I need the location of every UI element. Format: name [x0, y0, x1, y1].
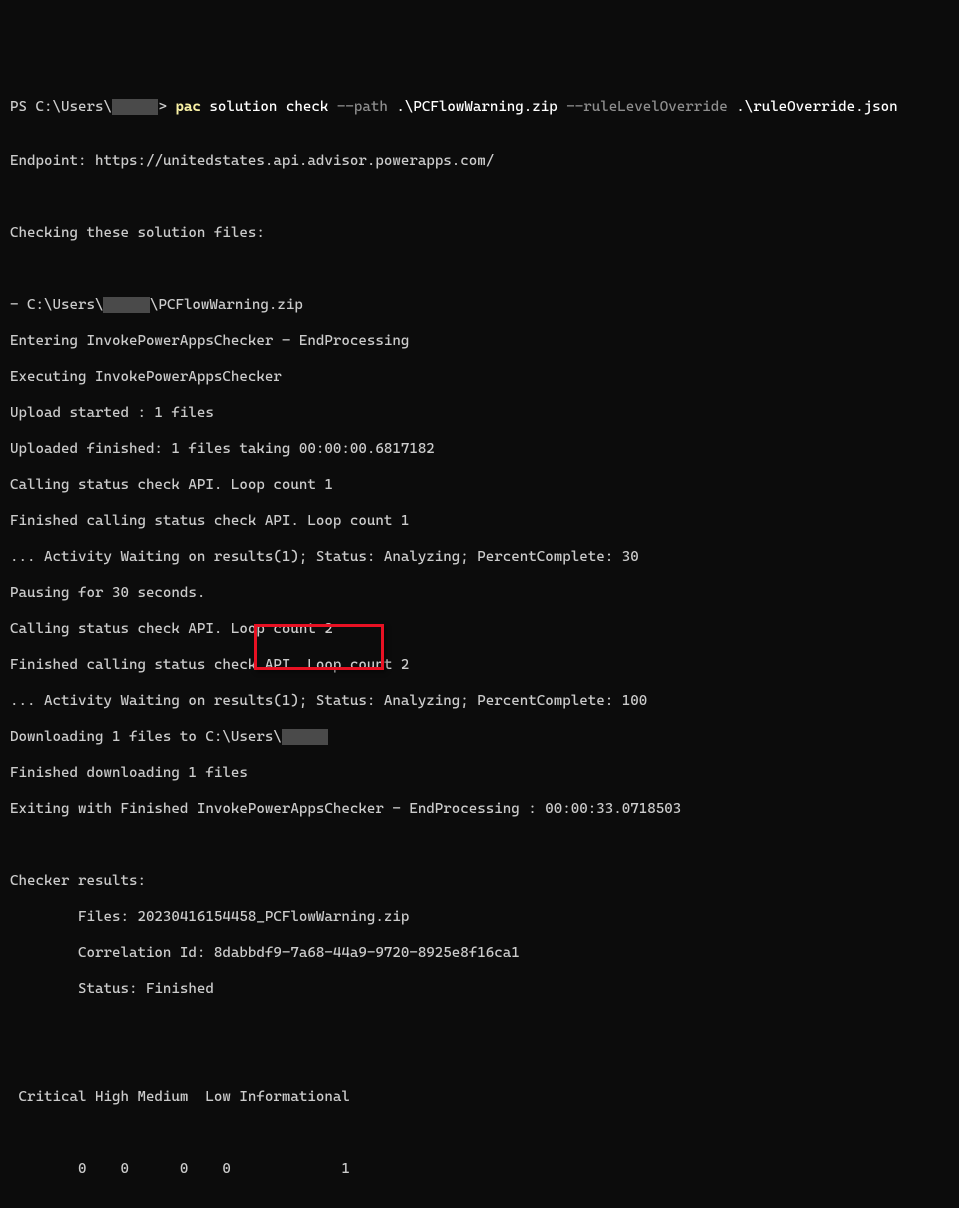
output-log-line: Finished calling status check API. Loop … [10, 656, 949, 674]
output-log-line: Calling status check API. Loop count 1 [10, 476, 949, 494]
output-results-files: Files: 20230416154458_PCFlowWarning.zip [10, 908, 949, 926]
output-log-line: Finished calling status check API. Loop … [10, 512, 949, 530]
output-log-line: ... Activity Waiting on results(1); Stat… [10, 548, 949, 566]
output-log-line: Upload started : 1 files [10, 404, 949, 422]
output-log-line: ... Activity Waiting on results(1); Stat… [10, 692, 949, 710]
output-endpoint: Endpoint: https://unitedstates.api.advis… [10, 152, 949, 170]
prompt-separator: > [158, 99, 175, 115]
output-log-line: Uploaded finished: 1 files taking 00:00:… [10, 440, 949, 458]
output-log-line: Executing InvokePowerAppsChecker [10, 368, 949, 386]
redacted-username [103, 297, 149, 313]
blank-line [10, 188, 949, 206]
results-table-values: 0 0 0 0 1 [10, 1160, 949, 1178]
output-results-header: Checker results: [10, 872, 949, 890]
output-log-line: Finished downloading 1 files [10, 764, 949, 782]
output-results-correlation: Correlation Id: 8dabbdf9-7a68-44a9-9720-… [10, 944, 949, 962]
command-executable: pac [175, 99, 201, 115]
command-subcommand: solution check [201, 99, 337, 115]
prompt-path-prefix: PS C:\Users\ [10, 99, 112, 115]
output-log-line: Pausing for 30 seconds. [10, 584, 949, 602]
terminal-output[interactable]: PS C:\Users\ > pac solution check --path… [10, 80, 949, 1208]
blank-line [10, 1016, 949, 1034]
command-arg-rule: .\ruleOverride.json [736, 99, 897, 115]
command-arg-path: .\PCFlowWarning.zip [396, 99, 566, 115]
output-results-status: Status: Finished [10, 980, 949, 998]
output-checking-header: Checking these solution files: [10, 224, 949, 242]
blank-line [10, 1052, 949, 1070]
output-log-line: Exiting with Finished InvokePowerAppsChe… [10, 800, 949, 818]
blank-line [10, 260, 949, 278]
output-file-item: - C:\Users\ \PCFlowWarning.zip [10, 296, 949, 314]
command-param-rule: --ruleLevelOverride [566, 99, 736, 115]
command-param-path: --path [337, 99, 396, 115]
blank-line [10, 836, 949, 854]
prompt-line: PS C:\Users\ > pac solution check --path… [10, 99, 898, 115]
blank-line [10, 1124, 949, 1142]
results-table-header: Critical High Medium Low Informational [10, 1088, 949, 1106]
redacted-username [112, 99, 158, 115]
redacted-username [282, 729, 328, 745]
output-log-line: Entering InvokePowerAppsChecker - EndPro… [10, 332, 949, 350]
output-log-line: Calling status check API. Loop count 2 [10, 620, 949, 638]
output-download-line: Downloading 1 files to C:\Users\ [10, 728, 949, 746]
blank-line [10, 116, 949, 134]
